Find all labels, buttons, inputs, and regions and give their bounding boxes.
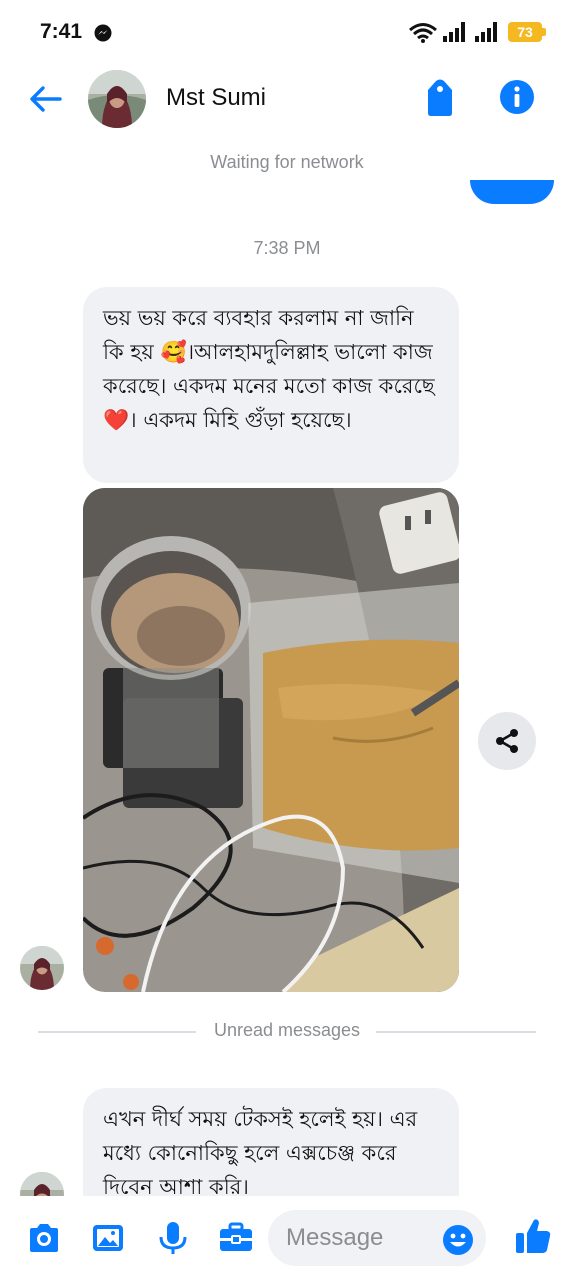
signal-icon [475,22,497,42]
battery-icon: 73 [508,22,546,42]
messenger-icon [94,24,112,42]
share-icon [496,729,518,753]
microphone-icon[interactable] [155,1220,191,1256]
emoji-icon[interactable] [442,1224,474,1256]
message-composer [0,1196,574,1280]
status-time: 7:41 [40,20,83,43]
chat-header: Mst Sumi [0,64,574,134]
tag-icon[interactable] [422,78,458,118]
toolbox-icon[interactable] [218,1220,254,1256]
share-button[interactable] [478,712,536,770]
battery-level: 73 [517,24,533,40]
gallery-icon[interactable] [90,1220,126,1256]
info-icon[interactable] [498,78,536,116]
received-message-bubble[interactable]: ভয় ভয় করে ব্যবহার করলাম না জানি কি হয়… [83,287,459,483]
thumbs-up-icon[interactable] [514,1216,552,1256]
contact-avatar[interactable] [88,70,146,128]
network-status: Waiting for network [210,152,364,172]
message-timestamp: 7:38 PM [253,238,321,258]
unread-label: Unread messages [213,1020,361,1040]
signal-icon [443,22,465,42]
unread-divider: Unread messages [38,1020,536,1044]
camera-icon[interactable] [26,1220,62,1256]
sender-avatar[interactable] [20,946,64,990]
back-arrow-icon[interactable] [26,80,64,118]
status-bar: 7:41 73 [0,0,574,64]
message-photo[interactable] [83,488,459,992]
wifi-icon [409,23,437,43]
contact-name[interactable]: Mst Sumi [166,84,266,112]
